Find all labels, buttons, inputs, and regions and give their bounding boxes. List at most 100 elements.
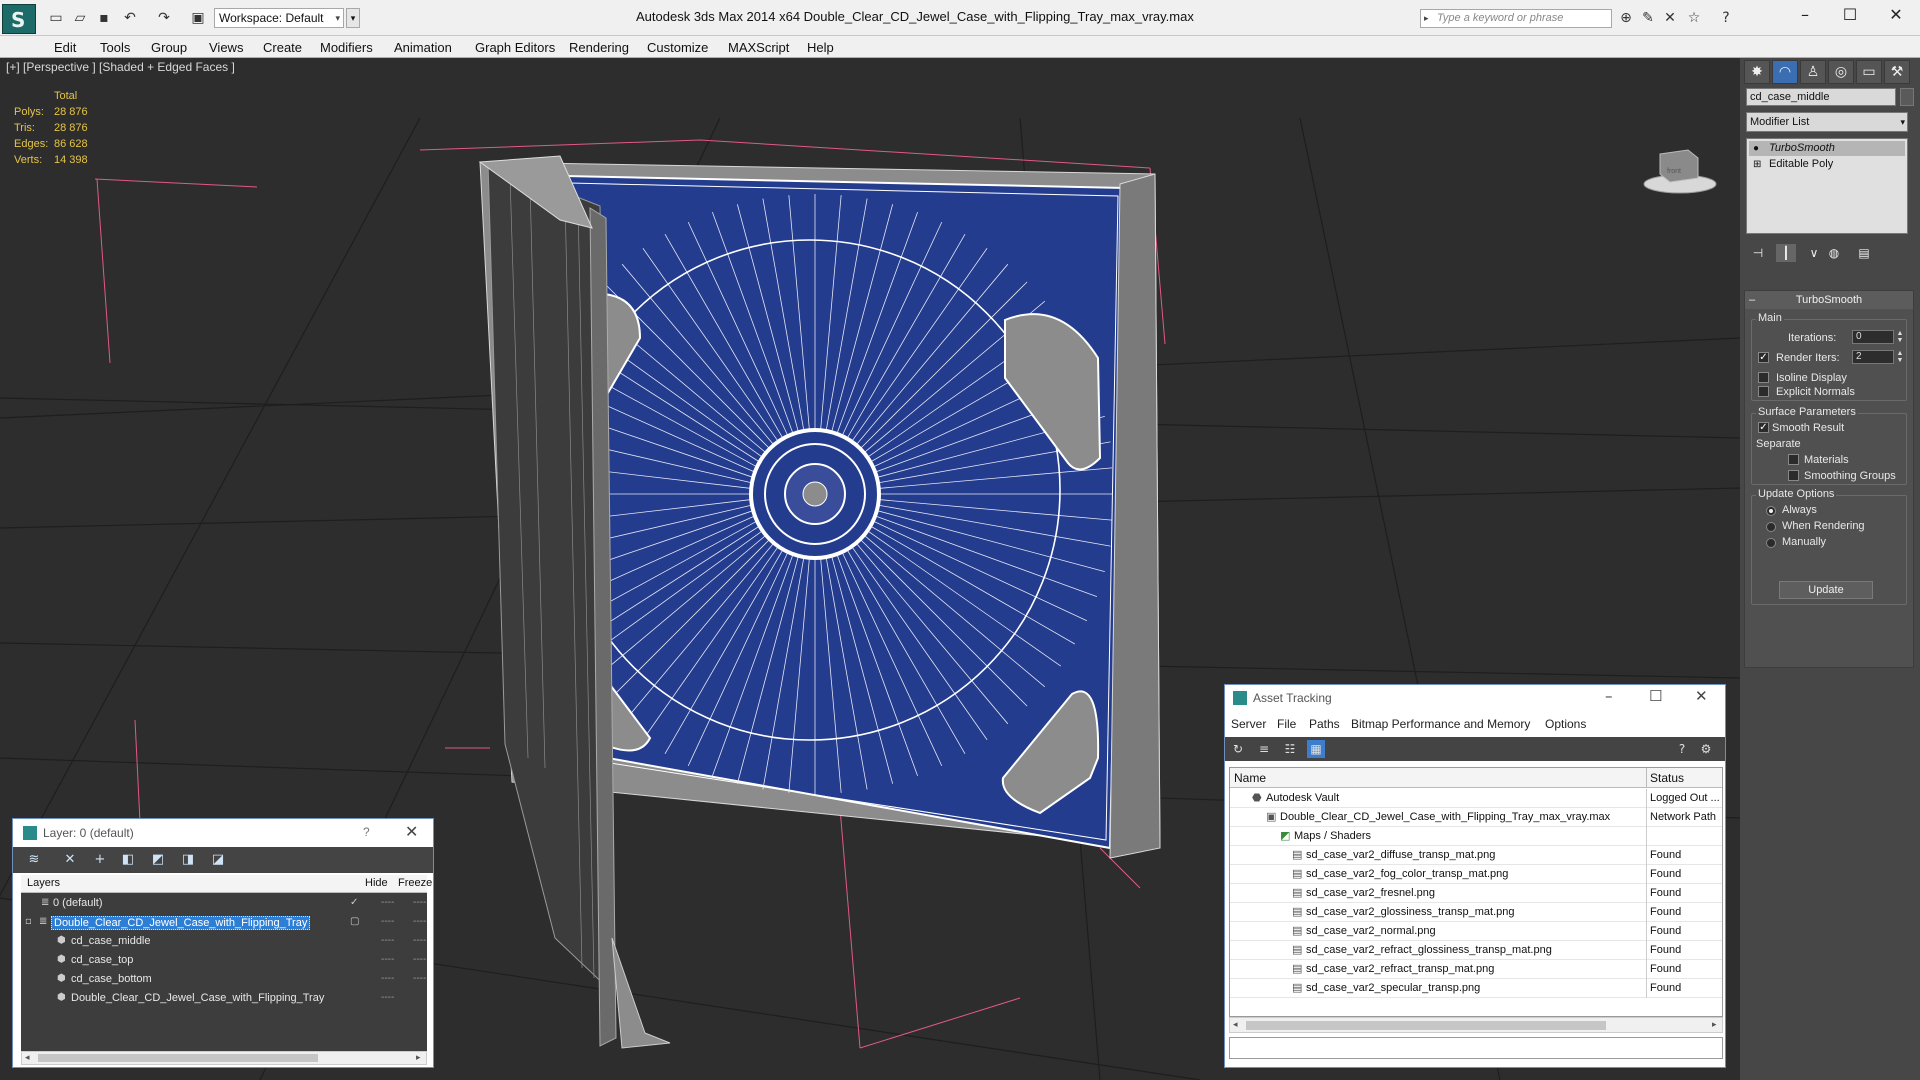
hide-all-icon[interactable]: ◨ — [179, 852, 197, 868]
remove-modifier-icon[interactable]: ◍ — [1824, 244, 1844, 262]
maximize-icon[interactable]: ☐ — [1830, 4, 1870, 26]
when-rendering-radio[interactable] — [1766, 522, 1776, 532]
layer-row[interactable]: ≣ 0 (default) ✓ ---- ---- — [21, 895, 427, 914]
layer-row[interactable]: ⬢ cd_case_middle ---- ---- — [21, 933, 427, 952]
workspace-options-button[interactable]: ▾ — [346, 8, 360, 28]
spinner-arrows-icon[interactable]: ▲ ▼ — [1896, 350, 1904, 364]
scroll-left-icon[interactable]: ◂ — [25, 1052, 30, 1063]
maximize-icon[interactable]: ☐ — [1649, 687, 1662, 705]
project-folder-icon[interactable]: ▣ — [190, 10, 206, 26]
redo-icon[interactable]: ↷ — [156, 10, 172, 26]
show-end-result-icon[interactable]: ┃ — [1776, 244, 1796, 262]
explicit-normals-checkbox[interactable] — [1758, 386, 1769, 397]
asset-row[interactable]: ▤ sd_case_var2_glossiness_transp_mat.png… — [1230, 903, 1722, 922]
menu-views[interactable]: Views — [209, 40, 243, 55]
iterations-spinner[interactable]: 0 — [1852, 330, 1894, 344]
help-icon[interactable]: ? — [1718, 10, 1734, 26]
binoculars-icon[interactable]: ⊕ — [1618, 10, 1634, 26]
col-status[interactable]: Status — [1650, 771, 1684, 785]
rollout-header[interactable]: – TurboSmooth — [1745, 291, 1913, 309]
hide-toggle[interactable]: ---- — [381, 954, 394, 965]
object-name-field[interactable]: cd_case_middle — [1746, 88, 1896, 106]
menu-customize[interactable]: Customize — [647, 40, 708, 55]
open-file-icon[interactable]: ▱ — [72, 10, 88, 26]
asset-row[interactable]: ◩ Maps / Shaders — [1230, 827, 1722, 846]
subscription-icon[interactable]: ✕ — [1662, 10, 1678, 26]
select-objects-icon[interactable]: ◧ — [119, 852, 137, 868]
menu-group[interactable]: Group — [151, 40, 187, 55]
list-view-icon[interactable]: ≡ — [1255, 740, 1273, 758]
freeze-toggle[interactable]: ---- — [413, 954, 426, 965]
new-file-icon[interactable]: ▭ — [48, 10, 64, 26]
asset-dialog-titlebar[interactable]: Asset Tracking – ☐ ✕ — [1225, 685, 1725, 711]
scroll-thumb[interactable] — [1246, 1021, 1606, 1030]
motion-tab-icon[interactable]: ◎ — [1828, 60, 1854, 84]
materials-checkbox[interactable] — [1788, 454, 1799, 465]
layer-row[interactable]: ⬢ cd_case_bottom ---- ---- — [21, 971, 427, 990]
freeze-toggle[interactable]: ---- — [413, 897, 426, 908]
close-icon[interactable]: ✕ — [405, 822, 418, 841]
col-hide[interactable]: Hide — [365, 877, 388, 889]
asset-row[interactable]: ▤ sd_case_var2_refract_transp_mat.png Fo… — [1230, 960, 1722, 979]
hide-toggle[interactable]: ---- — [381, 973, 394, 984]
asset-menu-bitmap-performance[interactable]: Bitmap Performance and Memory — [1351, 717, 1530, 731]
horizontal-scrollbar[interactable]: ◂ ▸ — [1229, 1017, 1723, 1033]
menu-edit[interactable]: Edit — [54, 40, 76, 55]
update-button[interactable]: Update — [1779, 581, 1873, 599]
asset-row[interactable]: ▤ sd_case_var2_diffuse_transp_mat.png Fo… — [1230, 846, 1722, 865]
asset-row[interactable]: ▤ sd_case_var2_specular_transp.png Found — [1230, 979, 1722, 998]
asset-path-field[interactable] — [1229, 1037, 1723, 1059]
menu-graph-editors[interactable]: Graph Editors — [475, 40, 555, 55]
refresh-icon[interactable]: ↻ — [1229, 740, 1247, 758]
smooth-result-checkbox[interactable]: ✓ — [1758, 422, 1769, 433]
favorites-star-icon[interactable]: ☆ — [1686, 10, 1702, 26]
make-unique-icon[interactable]: ∨ — [1804, 244, 1824, 262]
asset-row[interactable]: ▤ sd_case_var2_fresnel.png Found — [1230, 884, 1722, 903]
set-active-box-icon[interactable]: ▢ — [350, 916, 359, 927]
layer-row[interactable]: ⬢ Double_Clear_CD_Jewel_Case_with_Flippi… — [21, 990, 427, 1009]
menu-modifiers[interactable]: Modifiers — [320, 40, 373, 55]
asset-row[interactable]: ▣ Double_Clear_CD_Jewel_Case_with_Flippi… — [1230, 808, 1722, 827]
tree-view-icon[interactable]: ☷ — [1281, 740, 1299, 758]
modifier-list-dropdown[interactable]: Modifier List ▾ — [1746, 112, 1908, 132]
hide-toggle[interactable]: ---- — [381, 992, 394, 1003]
menu-rendering[interactable]: Rendering — [569, 40, 629, 55]
freeze-toggle[interactable]: ---- — [413, 973, 426, 984]
hide-toggle[interactable]: ---- — [381, 935, 394, 946]
hide-toggle[interactable]: ---- — [381, 897, 394, 908]
render-iters-spinner[interactable]: 2 — [1852, 350, 1894, 364]
asset-menu-paths[interactable]: Paths — [1309, 717, 1340, 731]
stack-item-editable-poly[interactable]: ⊞ Editable Poly — [1749, 157, 1905, 172]
communication-center-icon[interactable]: ✎ — [1640, 10, 1656, 26]
create-tab-icon[interactable]: ✸ — [1744, 60, 1770, 84]
display-tab-icon[interactable]: ▭ — [1856, 60, 1882, 84]
view-cube[interactable]: front — [1643, 149, 1717, 194]
horizontal-scrollbar[interactable]: ◂ ▸ — [21, 1051, 427, 1065]
menu-animation[interactable]: Animation — [394, 40, 452, 55]
undo-icon[interactable]: ↶ — [122, 10, 138, 26]
create-layer-icon[interactable]: ≋ — [25, 852, 43, 868]
asset-row[interactable]: ▤ sd_case_var2_refract_glossiness_transp… — [1230, 941, 1722, 960]
asset-menu-file[interactable]: File — [1277, 717, 1296, 731]
configure-sets-icon[interactable]: ▤ — [1854, 244, 1874, 262]
smoothing-groups-checkbox[interactable] — [1788, 470, 1799, 481]
menu-maxscript[interactable]: MAXScript — [728, 40, 789, 55]
lightbulb-icon[interactable]: ● — [1753, 141, 1759, 156]
menu-create[interactable]: Create — [263, 40, 302, 55]
scroll-right-icon[interactable]: ▸ — [416, 1052, 421, 1063]
manually-radio[interactable] — [1766, 538, 1776, 548]
asset-menu-options[interactable]: Options — [1545, 717, 1586, 731]
settings-icon[interactable]: ⚙ — [1697, 740, 1715, 758]
modify-tab-icon[interactable]: ◠ — [1772, 60, 1798, 84]
scroll-left-icon[interactable]: ◂ — [1233, 1019, 1238, 1030]
help-button[interactable]: ? — [363, 825, 370, 839]
delete-layer-icon[interactable]: ✕ — [61, 852, 79, 868]
col-name[interactable]: Name — [1234, 771, 1266, 785]
asset-row[interactable]: ▤ sd_case_var2_fog_color_transp_mat.png … — [1230, 865, 1722, 884]
close-icon[interactable]: ✕ — [1695, 687, 1708, 705]
asset-row[interactable]: ▤ sd_case_var2_normal.png Found — [1230, 922, 1722, 941]
spinner-arrows-icon[interactable]: ▲ ▼ — [1896, 330, 1904, 344]
layer-dialog-titlebar[interactable]: Layer: 0 (default) ? ✕ — [13, 819, 433, 847]
scroll-right-icon[interactable]: ▸ — [1712, 1019, 1717, 1030]
isoline-checkbox[interactable] — [1758, 372, 1769, 383]
